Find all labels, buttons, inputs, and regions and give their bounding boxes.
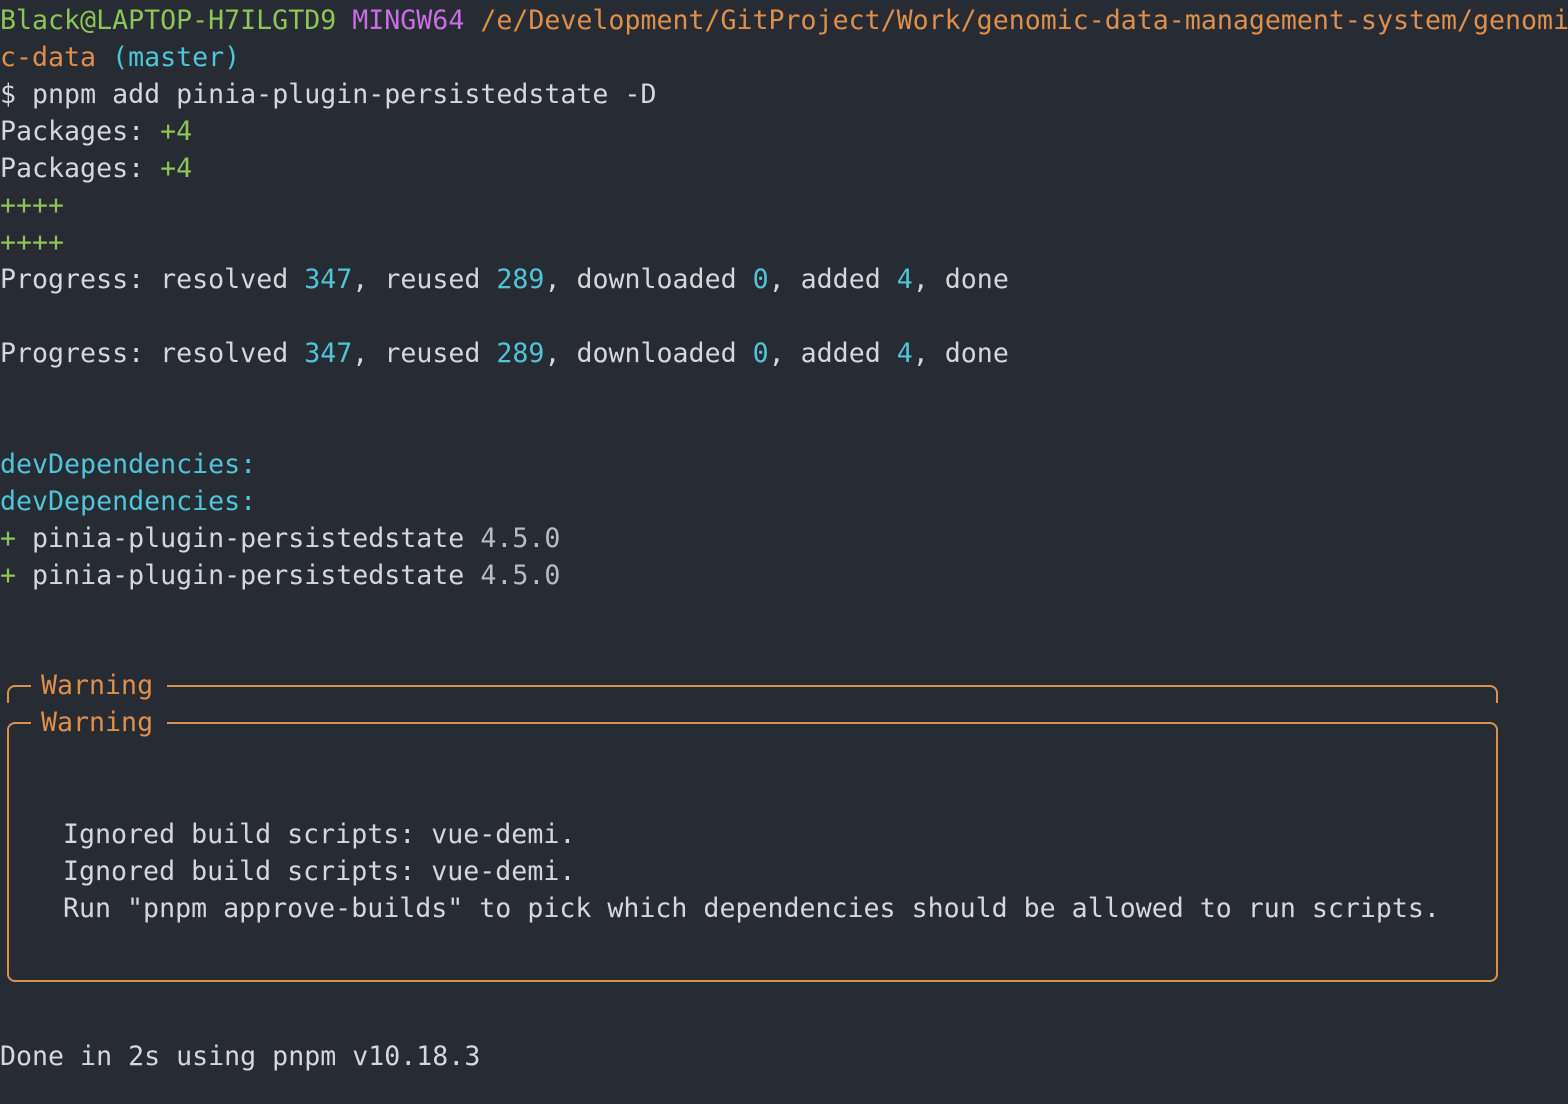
progress-status: done — [944, 338, 1009, 369]
progress-status: done — [944, 264, 1009, 295]
warning-ignored-text: Ignored build scripts: vue-demi. — [63, 856, 576, 887]
warning-title: Warning — [31, 704, 168, 741]
progress-added: 4 — [896, 338, 913, 369]
prompt-branch: (master) — [112, 42, 241, 73]
progress-label: Progress: — [0, 264, 145, 295]
prompt-symbol: $ — [0, 79, 17, 110]
command-text: pnpm add pinia-plugin-persistedstate -D — [32, 79, 657, 110]
progress-reused: 289 — [496, 264, 545, 295]
progress-reused: 289 — [496, 338, 545, 369]
command-line[interactable]: $ pnpm add pinia-plugin-persistedstate -… — [0, 76, 656, 113]
warning-title: Warning — [31, 667, 168, 704]
packages-plus-bar: ++++ — [0, 227, 65, 258]
dev-dependencies-header: devDependencies: — [0, 449, 257, 480]
prompt-shell: MINGW64 — [352, 5, 465, 36]
progress-downloaded: 0 — [752, 264, 769, 295]
progress-reused-label: reused — [384, 264, 481, 295]
progress-downloaded: 0 — [752, 338, 769, 369]
packages-plus-bar: ++++ — [0, 190, 65, 221]
packages-label: Packages: — [0, 153, 145, 184]
progress-label: Progress: — [0, 338, 145, 369]
dependency-name: pinia-plugin-persistedstate — [32, 523, 465, 554]
dependency-plus: + — [0, 560, 17, 591]
prompt-path-continued: c-data — [0, 42, 97, 73]
packages-line: Packages: +4 — [0, 113, 192, 150]
progress-reused-label: reused — [384, 338, 481, 369]
progress-resolved: 347 — [304, 264, 353, 295]
dependency-item: + pinia-plugin-persistedstate 4.5.0 — [0, 557, 560, 594]
warning-run-hint: Run "pnpm approve-builds" to pick which … — [63, 893, 1440, 924]
prompt-line: Black@LAPTOP-H7ILGTD9 MINGW64 /e/Develop… — [0, 2, 1568, 39]
dependency-version: 4.5.0 — [480, 560, 561, 591]
dependency-item: + pinia-plugin-persistedstate 4.5.0 — [0, 520, 560, 557]
dependency-name: pinia-plugin-persistedstate — [32, 560, 465, 591]
done-message: Done in 2s using pnpm v10.18.3 — [0, 1041, 481, 1072]
progress-added: 4 — [896, 264, 913, 295]
dev-dependencies-header: devDependencies: — [0, 486, 257, 517]
packages-label: Packages: — [0, 116, 145, 147]
progress-downloaded-label: downloaded — [576, 338, 737, 369]
packages-line: Packages: +4 — [0, 150, 192, 187]
packages-count: +4 — [160, 116, 193, 147]
prompt-line-wrap: c-data (master) — [0, 39, 240, 76]
progress-line: Progress: resolved 347, reused 289, down… — [0, 264, 1009, 295]
warning-box-ghost: Warning — [7, 667, 1498, 704]
warning-ignored-text: Ignored build scripts: vue-demi. — [63, 819, 576, 850]
prompt-user-host: Black@LAPTOP-H7ILGTD9 — [0, 5, 337, 36]
dependency-plus: + — [0, 523, 17, 554]
dependency-version: 4.5.0 — [480, 523, 561, 554]
progress-resolved-label: resolved — [160, 264, 289, 295]
packages-count: +4 — [160, 153, 193, 184]
prompt-path: /e/Development/GitProject/Work/genomic-d… — [480, 5, 1568, 36]
progress-added-label: added — [800, 338, 881, 369]
progress-line: Progress: resolved 347, reused 289, down… — [0, 338, 1009, 369]
progress-downloaded-label: downloaded — [576, 264, 737, 295]
progress-added-label: added — [800, 264, 881, 295]
progress-resolved-label: resolved — [160, 338, 289, 369]
progress-resolved: 347 — [304, 338, 353, 369]
